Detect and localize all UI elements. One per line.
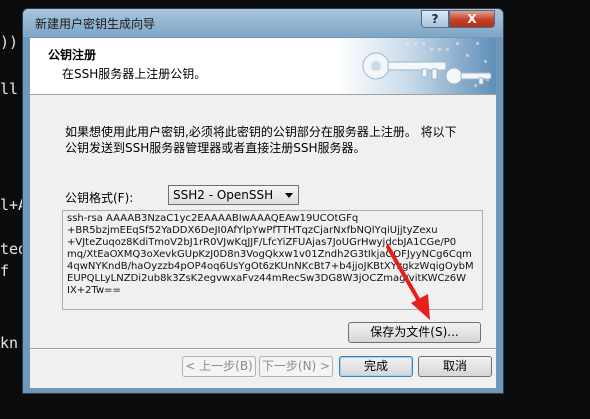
next-button[interactable]: 下一步(N) >: [259, 356, 333, 377]
wizard-dialog: 新建用户密钥生成向导 ? X 公钥注册 在SSH服务器上注册公钥。 如果想使用此…: [22, 8, 504, 394]
back-button[interactable]: < 上一步(B): [182, 356, 256, 377]
dialog-client-area: 公钥注册 在SSH服务器上注册公钥。 如果想使用此用户密钥,必须将此密钥的公钥部…: [30, 38, 496, 388]
dropdown-selected-value: SSH2 - OpenSSH: [173, 188, 274, 202]
finish-button[interactable]: 完成: [339, 356, 413, 377]
close-icon: X: [467, 12, 477, 26]
help-icon: ?: [431, 12, 439, 26]
window-title: 新建用户密钥生成向导: [35, 17, 156, 31]
terminal-line: )): [0, 33, 19, 51]
terminal-line: ll: [0, 80, 19, 98]
public-key-textbox[interactable]: ssh-rsa AAAAB3NzaC1yc2EAAAABIwAAAQEAw19U…: [62, 210, 483, 310]
terminal-line: kn: [0, 334, 19, 352]
public-key-format-label: 公钥格式(F):: [65, 191, 134, 205]
wizard-header: 公钥注册 在SSH服务器上注册公钥。: [30, 38, 496, 95]
button-separator: [30, 348, 496, 350]
instructions-text: 如果想使用此用户密钥,必须将此密钥的公钥部分在服务器上注册。 将以下公钥发送到S…: [65, 125, 457, 155]
cancel-button[interactable]: 取消: [418, 356, 492, 377]
terminal-line: f: [0, 262, 10, 280]
help-button[interactable]: ?: [421, 10, 449, 28]
chevron-down-icon: [285, 193, 293, 198]
close-button[interactable]: X: [449, 10, 495, 28]
public-key-format-dropdown[interactable]: SSH2 - OpenSSH: [168, 185, 299, 205]
page-title: 公钥注册: [48, 48, 97, 62]
page-subtitle: 在SSH服务器上注册公钥。: [62, 67, 207, 81]
save-as-file-button[interactable]: 保存为文件(S)...: [348, 322, 481, 343]
title-bar[interactable]: 新建用户密钥生成向导 ? X: [23, 9, 503, 37]
keys-banner-icon: [336, 38, 496, 94]
